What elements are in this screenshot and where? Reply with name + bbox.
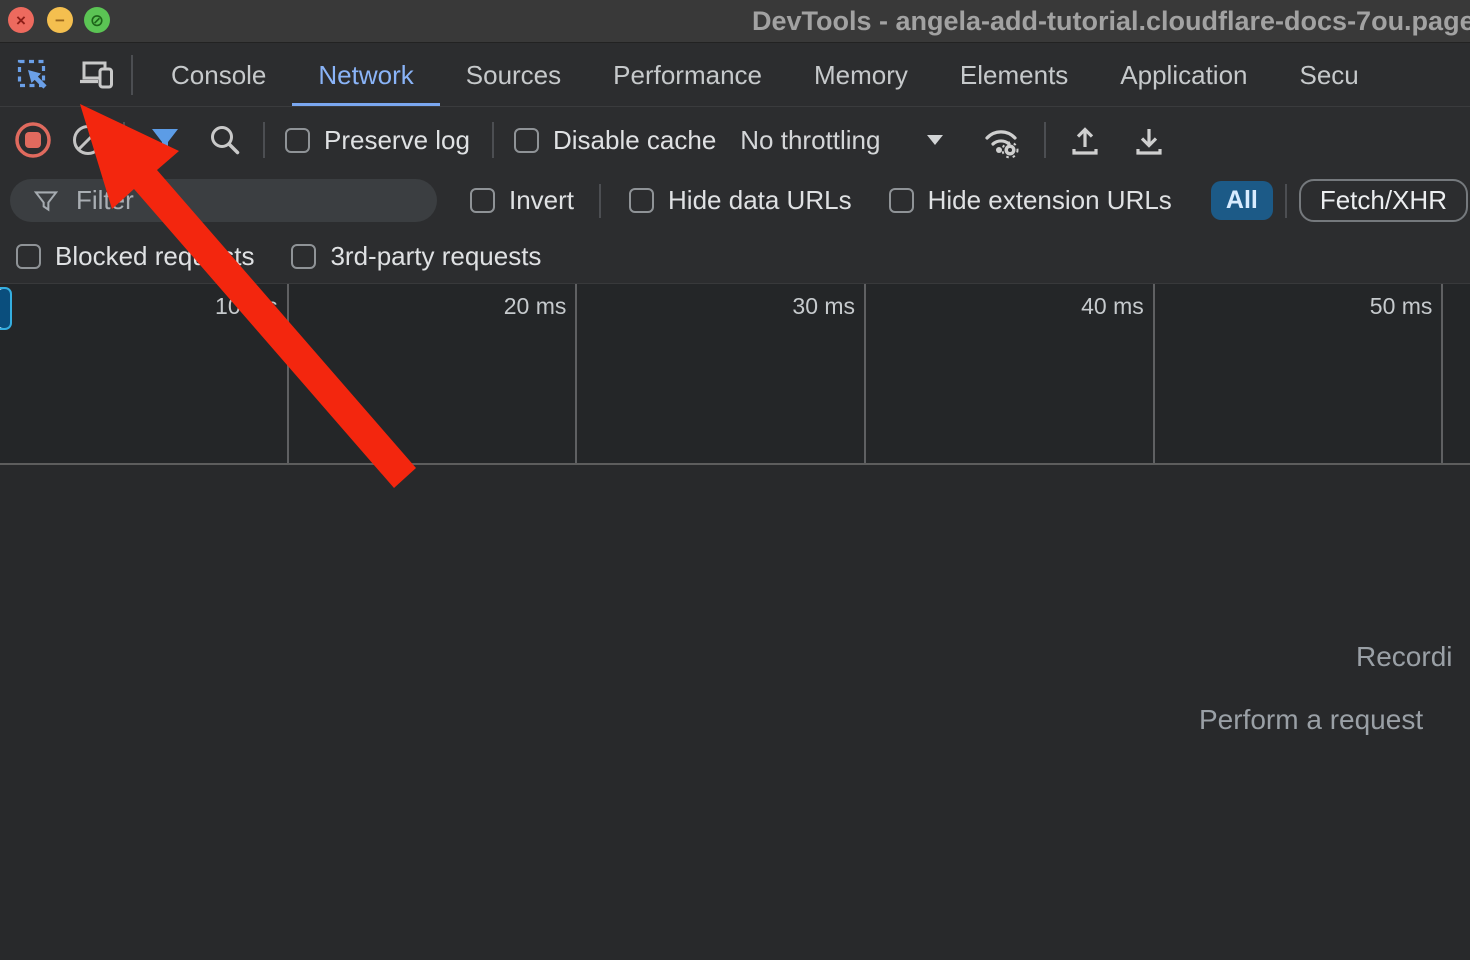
tab-performance[interactable]: Performance	[587, 43, 788, 107]
third-party-requests-label[interactable]: 3rd-party requests	[330, 241, 541, 272]
preserve-log-checkbox[interactable]	[285, 128, 310, 153]
record-network-log-button[interactable]	[12, 119, 54, 161]
tab-network[interactable]: Network	[292, 43, 439, 107]
funnel-icon	[147, 122, 183, 158]
third-party-requests-checkbox[interactable]	[291, 244, 316, 269]
tab-elements[interactable]: Elements	[934, 43, 1094, 107]
disable-cache-group[interactable]: Disable cache	[514, 125, 716, 156]
disable-cache-label[interactable]: Disable cache	[553, 125, 716, 156]
wifi-gear-icon	[980, 119, 1022, 161]
timeline-tick-label: 10 ms	[215, 293, 278, 320]
toolbar-separator	[492, 122, 494, 158]
timeline-tick-label: 40 ms	[1081, 293, 1144, 320]
devtools-tabbar: Console Network Sources Performance Memo…	[0, 42, 1470, 107]
timeline-tick-label: 20 ms	[504, 293, 567, 320]
inspect-element-button[interactable]	[15, 57, 51, 93]
window-title: DevTools - angela-add-tutorial.cloudflar…	[752, 6, 1470, 37]
tab-security[interactable]: Secu	[1274, 43, 1385, 107]
search-icon	[207, 122, 243, 158]
timeline-tick-label: 50 ms	[1370, 293, 1433, 320]
timeline-column: 50 ms	[1155, 284, 1444, 463]
filter-toggle-button[interactable]	[147, 122, 183, 158]
network-toolbar: Preserve log Disable cache No throttling	[0, 106, 1470, 173]
close-window-button[interactable]: ×	[8, 7, 34, 33]
timeline-tick-label: 30 ms	[792, 293, 855, 320]
upload-icon	[1066, 121, 1104, 159]
funnel-outline-icon	[32, 187, 60, 215]
invert-label[interactable]: Invert	[509, 185, 574, 216]
inspect-cursor-icon	[15, 57, 51, 93]
hide-data-urls-label[interactable]: Hide data URLs	[668, 185, 852, 216]
filter-type-fetch-xhr-button[interactable]: Fetch/XHR	[1299, 179, 1468, 222]
tab-console[interactable]: Console	[145, 43, 292, 107]
hide-extension-urls-checkbox[interactable]	[889, 188, 914, 213]
tab-sources[interactable]: Sources	[440, 43, 587, 107]
toolbar-separator	[263, 122, 265, 158]
toggle-device-toolbar-button[interactable]	[77, 56, 115, 94]
timeline-column: 40 ms	[866, 284, 1155, 463]
network-overview-timeline[interactable]: 10 ms 20 ms 30 ms 40 ms 50 ms	[0, 283, 1470, 465]
timeline-selection-handle[interactable]	[0, 287, 12, 330]
toolbar-separator	[123, 122, 125, 158]
tab-memory[interactable]: Memory	[788, 43, 934, 107]
device-toolbar-icon	[77, 56, 115, 94]
download-icon	[1130, 121, 1168, 159]
clear-network-log-button[interactable]	[69, 121, 107, 159]
toolbar-separator	[131, 55, 133, 95]
filter-input[interactable]: Filter	[10, 179, 437, 222]
third-party-requests-group[interactable]: 3rd-party requests	[291, 241, 541, 272]
disable-cache-checkbox[interactable]	[514, 128, 539, 153]
blocked-requests-label[interactable]: Blocked requests	[55, 241, 254, 272]
blocked-requests-checkbox[interactable]	[16, 244, 41, 269]
throttling-value: No throttling	[740, 125, 880, 156]
chevron-down-icon	[926, 134, 944, 146]
minimize-window-button[interactable]: −	[47, 7, 73, 33]
timeline-column: 20 ms	[289, 284, 578, 463]
preserve-log-group[interactable]: Preserve log	[285, 125, 470, 156]
throttling-select[interactable]: No throttling	[740, 125, 944, 156]
clear-icon	[69, 121, 107, 159]
zoom-window-button[interactable]: ⊘	[84, 7, 110, 33]
invert-group[interactable]: Invert	[470, 185, 574, 216]
timeline-column-partial	[1443, 284, 1470, 463]
request-filters-row: Blocked requests 3rd-party requests	[0, 229, 1470, 283]
tab-application[interactable]: Application	[1094, 43, 1273, 107]
toolbar-separator	[1044, 122, 1046, 158]
network-conditions-button[interactable]	[980, 119, 1022, 161]
preserve-log-label[interactable]: Preserve log	[324, 125, 470, 156]
record-stop-icon	[12, 119, 54, 161]
search-network-button[interactable]	[207, 122, 243, 158]
panel-tabs: Console Network Sources Performance Memo…	[145, 43, 1385, 107]
empty-state-hint-text: Perform a request	[1199, 704, 1423, 736]
recording-status-text: Recordi	[1356, 641, 1452, 673]
blocked-requests-group[interactable]: Blocked requests	[16, 241, 254, 272]
import-har-button[interactable]	[1066, 121, 1104, 159]
hide-data-urls-group[interactable]: Hide data URLs	[629, 185, 852, 216]
filter-separator	[599, 184, 601, 218]
filter-type-all-button[interactable]: All	[1211, 181, 1273, 220]
hide-extension-urls-group[interactable]: Hide extension URLs	[889, 185, 1172, 216]
filter-placeholder: Filter	[76, 185, 134, 216]
timeline-column: 10 ms	[0, 284, 289, 463]
window-titlebar: × − ⊘ DevTools - angela-add-tutorial.clo…	[0, 0, 1470, 42]
invert-checkbox[interactable]	[470, 188, 495, 213]
hide-extension-urls-label[interactable]: Hide extension URLs	[928, 185, 1172, 216]
hide-data-urls-checkbox[interactable]	[629, 188, 654, 213]
network-filter-row: Filter Invert Hide data URLs Hide extens…	[0, 172, 1470, 229]
export-har-button[interactable]	[1130, 121, 1168, 159]
filter-separator	[1285, 184, 1287, 218]
timeline-column: 30 ms	[577, 284, 866, 463]
